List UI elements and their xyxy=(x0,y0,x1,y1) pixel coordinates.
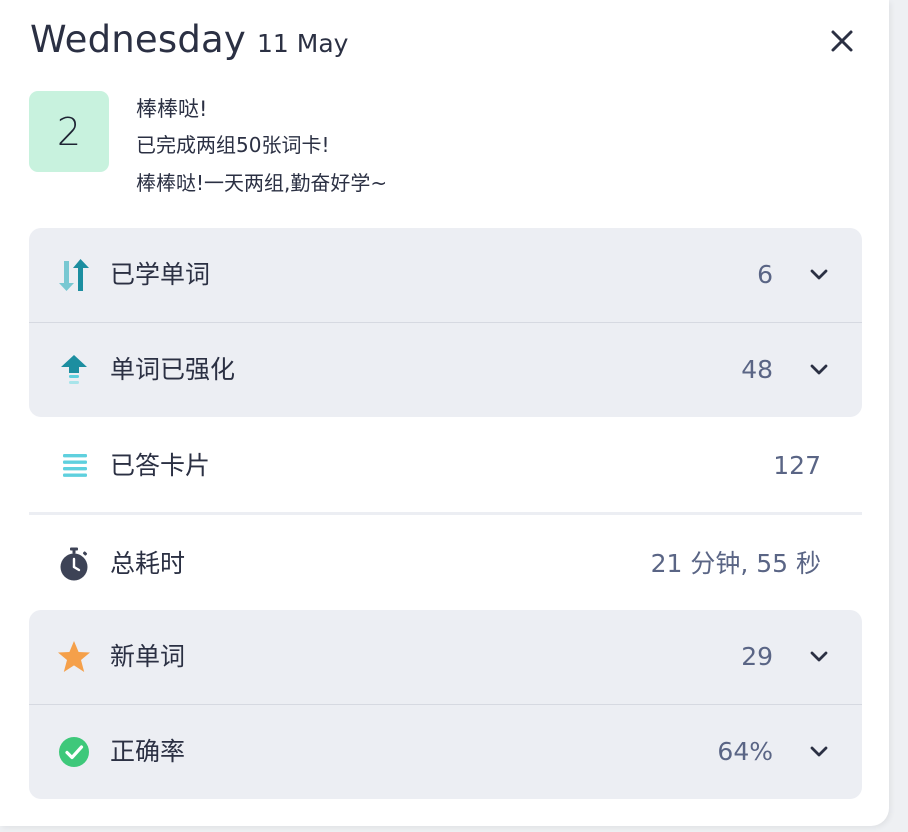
message-line-1: 已完成两组50张词卡! xyxy=(136,133,330,157)
stat-value: 64% xyxy=(717,737,773,766)
stat-row-total-time: 总耗时 21 分钟, 55 秒 xyxy=(29,517,862,611)
daily-summary-panel: Wednesday 11 May 2 棒棒哒! 已完成两组50张词卡! 棒棒哒!… xyxy=(0,0,889,826)
stat-label: 已学单词 xyxy=(110,260,211,289)
section-divider xyxy=(29,512,862,515)
date-header: Wednesday 11 May xyxy=(30,18,348,61)
swap-arrows-icon xyxy=(59,259,89,291)
stat-row-answered-cards: 已答卡片 127 xyxy=(29,419,862,513)
stat-row-strengthened[interactable]: 单词已强化 48 xyxy=(29,323,862,417)
stat-value: 6 xyxy=(757,260,773,289)
date-label: 11 May xyxy=(257,29,349,58)
weekday-title: Wednesday xyxy=(30,18,247,61)
achievement-message: 棒棒哒! 已完成两组50张词卡! 棒棒哒!一天两组,勤奋好学~ xyxy=(136,94,387,198)
stat-label: 新单词 xyxy=(110,642,186,671)
stat-label: 总耗时 xyxy=(110,549,186,578)
stat-row-accuracy[interactable]: 正确率 64% xyxy=(29,705,862,799)
message-title: 棒棒哒! xyxy=(136,97,208,121)
stat-label: 已答卡片 xyxy=(110,451,211,480)
stat-value: 21 分钟, 55 秒 xyxy=(650,549,821,578)
upload-arrow-icon xyxy=(61,355,87,384)
list-lines-icon xyxy=(63,454,87,477)
stat-label: 正确率 xyxy=(110,737,186,766)
message-line-2: 棒棒哒!一天两组,勤奋好学~ xyxy=(136,171,388,195)
check-circle-icon xyxy=(59,737,89,767)
close-icon[interactable] xyxy=(826,25,858,57)
session-count-badge: 2 xyxy=(29,91,109,172)
chevron-down-icon[interactable] xyxy=(809,265,829,285)
close-button[interactable] xyxy=(826,25,858,57)
stat-row-new-words[interactable]: 新单词 29 xyxy=(29,610,862,704)
stat-value: 48 xyxy=(741,355,773,384)
chevron-down-icon[interactable] xyxy=(809,360,829,380)
stat-value: 127 xyxy=(773,451,821,480)
star-icon xyxy=(58,641,90,672)
chevron-down-icon[interactable] xyxy=(809,647,829,667)
stat-row-learned-words[interactable]: 已学单词 6 xyxy=(29,228,862,322)
stat-label: 单词已强化 xyxy=(110,355,236,384)
chevron-down-icon[interactable] xyxy=(809,742,829,762)
stat-value: 29 xyxy=(741,642,773,671)
stopwatch-icon xyxy=(60,547,88,581)
